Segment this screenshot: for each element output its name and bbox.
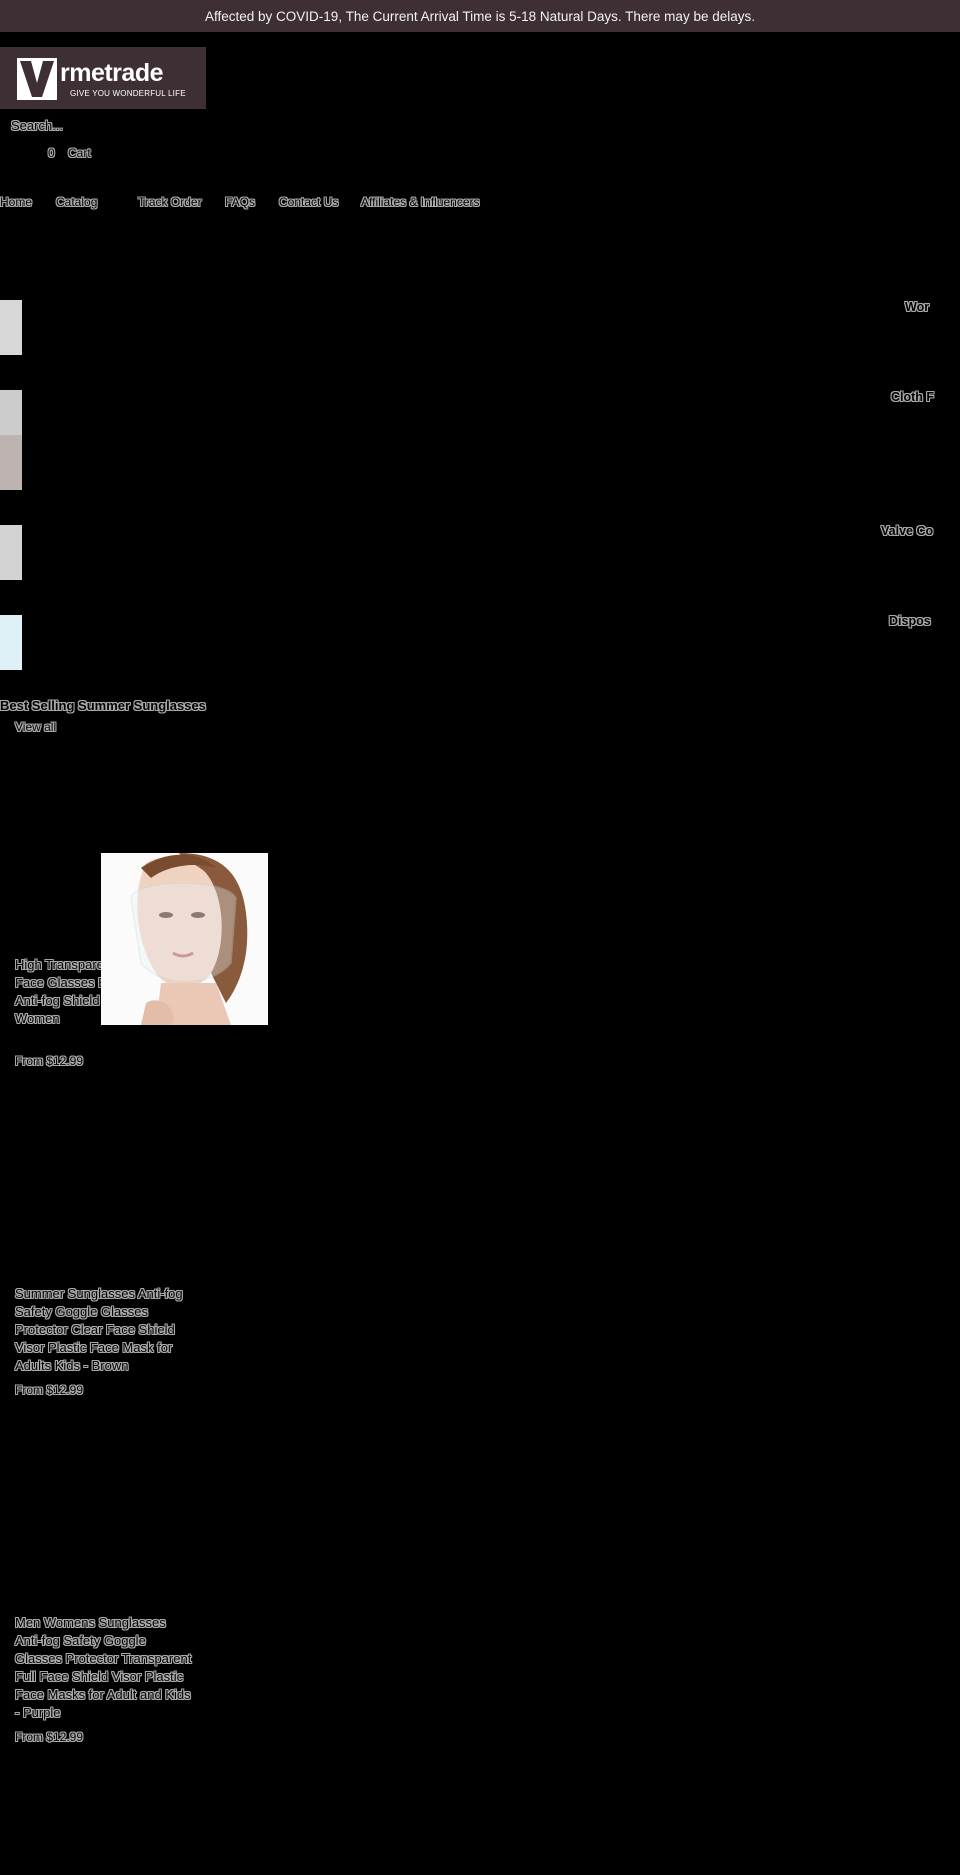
- nav-affiliates[interactable]: Affiliates & Influencers: [361, 195, 480, 209]
- nav-faqs[interactable]: FAQs: [225, 195, 255, 209]
- nav-track-order[interactable]: Track Order: [138, 195, 202, 209]
- search-input[interactable]: Search...: [11, 118, 63, 133]
- view-all-link[interactable]: View all: [15, 720, 56, 734]
- announcement-text: Affected by COVID-19, The Current Arriva…: [205, 8, 755, 24]
- category-title[interactable]: Wor: [905, 300, 929, 314]
- section-title: Best Selling Summer Sunglasses: [0, 698, 206, 713]
- site-logo[interactable]: rmetrade GIVE YOU WONDERFUL LIFE: [0, 47, 206, 109]
- logo-wordmark: rmetrade: [60, 59, 164, 87]
- category-title[interactable]: Dispos: [889, 614, 931, 628]
- cart-link[interactable]: Cart: [68, 146, 91, 160]
- nav-contact-us[interactable]: Contact Us: [279, 195, 338, 209]
- logo-v-icon: [17, 58, 57, 100]
- product-price: From $12.99: [15, 1730, 84, 1744]
- category-thumbnail[interactable]: [0, 300, 22, 355]
- category-thumbnail[interactable]: [0, 435, 22, 490]
- announcement-bar: Affected by COVID-19, The Current Arriva…: [0, 0, 960, 32]
- product-title[interactable]: Summer Sunglasses Anti-fog Safety Goggle…: [15, 1285, 195, 1375]
- category-thumbnail[interactable]: [0, 525, 22, 580]
- nav-home[interactable]: Home: [0, 195, 32, 209]
- category-thumbnail[interactable]: [0, 615, 22, 670]
- cart-count-badge[interactable]: 0: [48, 146, 55, 160]
- product-price: From $12.99: [15, 1383, 84, 1397]
- nav-catalog[interactable]: Catalog: [56, 195, 97, 209]
- logo-tagline: GIVE YOU WONDERFUL LIFE: [70, 89, 186, 98]
- category-title[interactable]: Cloth F: [891, 390, 934, 404]
- product-price: From $12.99: [15, 1054, 84, 1068]
- category-thumbnail[interactable]: [0, 390, 22, 435]
- category-title[interactable]: Valve Co: [881, 524, 933, 538]
- product-image[interactable]: [101, 853, 268, 1025]
- product-title[interactable]: Men Womens Sunglasses Anti-fog Safety Go…: [15, 1614, 195, 1722]
